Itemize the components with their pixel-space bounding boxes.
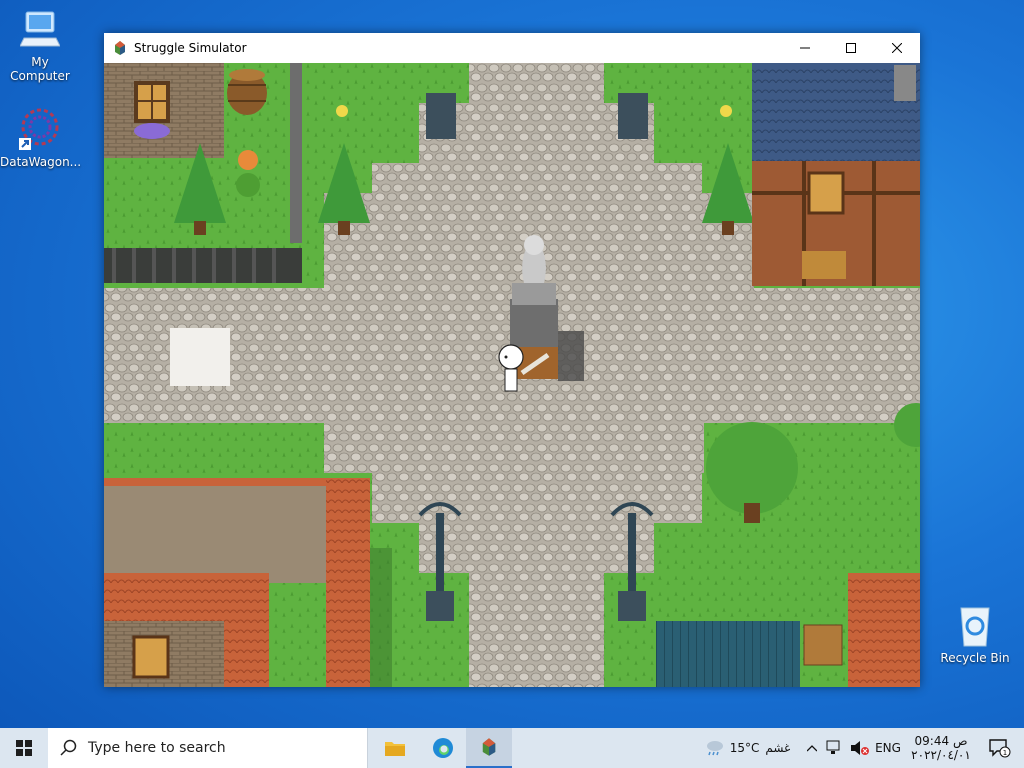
- game-viewport[interactable]: [104, 63, 920, 687]
- clock-time: 09:44 ص: [914, 734, 968, 748]
- house-bottom-left: [104, 478, 392, 687]
- maximize-icon: [846, 43, 856, 53]
- start-button[interactable]: [0, 728, 48, 768]
- game-window: Struggle Simulator: [104, 33, 920, 687]
- close-icon: [892, 43, 902, 53]
- close-button[interactable]: [874, 33, 920, 63]
- yellow-flowers: [720, 105, 732, 117]
- weather-condition: غشم: [765, 741, 791, 755]
- bush-small: [236, 173, 260, 197]
- input-language[interactable]: ENG: [874, 728, 902, 768]
- chevron-up-icon: [807, 745, 817, 752]
- edge-browser-icon: [433, 738, 453, 758]
- minimize-icon: [800, 47, 810, 49]
- stone-pillar-column: [290, 63, 302, 243]
- maximize-button[interactable]: [828, 33, 874, 63]
- clock-date: ٢٠٢٢/٠٤/٠١: [911, 748, 971, 762]
- volume-muted-icon: [851, 741, 869, 755]
- notification-count: 1: [1003, 749, 1007, 757]
- notification-icon: 1: [989, 739, 1011, 758]
- desktop-icon-label: DataWagon...: [0, 155, 82, 169]
- datawagon-app-icon: [19, 108, 59, 150]
- app-icon: [115, 41, 125, 55]
- title-bar[interactable]: Struggle Simulator: [104, 33, 920, 63]
- notification-center-button[interactable]: 1: [980, 728, 1020, 768]
- lamp-post-base: [426, 93, 456, 139]
- window-title: Struggle Simulator: [134, 41, 247, 55]
- recycle-bin-icon: [960, 607, 990, 647]
- windows-logo-icon: [16, 740, 32, 756]
- iron-fence: [104, 248, 302, 283]
- rain-cloud-icon: [706, 741, 723, 756]
- desktop-icon-datawagon[interactable]: DataWagon...: [0, 106, 82, 169]
- desktop-icon-recycle-bin[interactable]: Recycle Bin: [935, 602, 1015, 665]
- folder-icon: [385, 742, 405, 756]
- network-status[interactable]: [824, 728, 846, 768]
- barrel: [227, 69, 267, 115]
- computer-icon: [20, 11, 60, 47]
- house-bottom-right-roof: [848, 573, 920, 687]
- network-icon: [826, 740, 840, 754]
- taskbar-file-explorer[interactable]: [372, 728, 418, 768]
- yellow-flowers: [336, 105, 348, 117]
- search-icon: [60, 739, 77, 756]
- house-bottom-center-roof: [656, 621, 800, 687]
- game-app-icon: [482, 738, 496, 756]
- minimize-button[interactable]: [782, 33, 828, 63]
- desktop-icon-label: My Computer: [10, 55, 70, 83]
- lamp-post-base: [618, 93, 648, 139]
- volume-control[interactable]: [848, 728, 872, 768]
- orange-flowers: [238, 150, 258, 170]
- taskbar-struggle-simulator[interactable]: [466, 728, 512, 768]
- white-tile: [170, 328, 230, 386]
- desktop-icon-my-computer[interactable]: My Computer: [0, 8, 80, 83]
- weather-temperature: 15°C: [729, 741, 760, 755]
- search-placeholder: Type here to search: [88, 740, 226, 756]
- house-top-left: [104, 63, 224, 158]
- taskbar-search-box[interactable]: Type here to search: [48, 728, 368, 768]
- taskbar-edge-browser[interactable]: [420, 728, 466, 768]
- desktop-icon-label: Recycle Bin: [940, 651, 1010, 665]
- weather-widget[interactable]: 15°C غشم: [692, 728, 802, 768]
- house-top-right: [752, 63, 920, 286]
- show-hidden-icons-button[interactable]: [802, 728, 822, 768]
- wooden-crates: [803, 624, 843, 666]
- system-clock[interactable]: 09:44 ص ٢٠٢٢/٠٤/٠١: [904, 728, 978, 768]
- taskbar: Type here to search 15°C غشم ENG 09:44 ص…: [0, 728, 1024, 768]
- language-label: ENG: [875, 741, 901, 755]
